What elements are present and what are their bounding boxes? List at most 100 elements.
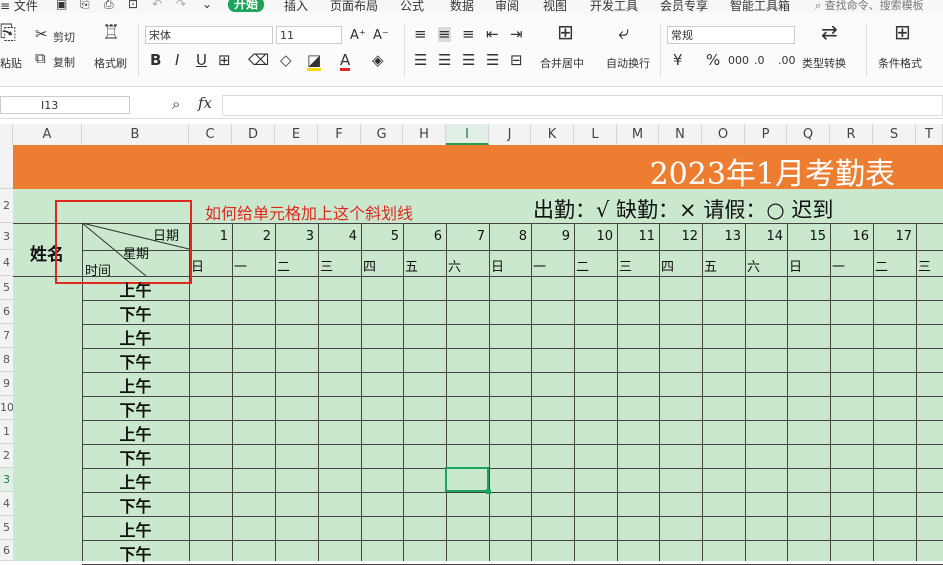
paste-icon[interactable]: ⎘ [0, 22, 16, 42]
bold-icon[interactable]: B [150, 53, 161, 68]
underline-icon[interactable]: U [196, 53, 207, 68]
type-convert-button[interactable]: 类型转换 [802, 55, 846, 71]
italic-icon[interactable]: I [175, 53, 179, 68]
cut-icon[interactable]: ✂ [35, 27, 48, 42]
tab-insert[interactable]: 插入 [284, 0, 308, 13]
align-left-icon[interactable]: ☰ [414, 53, 427, 68]
merge-center-button[interactable]: 合并居中 [540, 55, 584, 71]
increase-decimal-icon[interactable]: .0 [754, 53, 765, 68]
cut-button[interactable]: 剪切 [53, 29, 75, 45]
undo-icon[interactable]: ↶ [152, 0, 162, 11]
erase-icon[interactable]: ◇ [280, 53, 292, 68]
column-header-d[interactable]: D [232, 124, 275, 145]
decrease-decimal-icon[interactable]: .00 [778, 53, 796, 68]
column-header-p[interactable]: P [745, 124, 787, 145]
strikethrough-icon[interactable]: ⌫ [248, 53, 269, 68]
percent-icon[interactable]: % [706, 53, 720, 68]
increase-font-icon[interactable]: A⁺ [350, 28, 366, 43]
row-header[interactable]: 10 [0, 396, 13, 420]
format-painter-button[interactable]: 格式刷 [94, 55, 127, 71]
conditional-format-button[interactable]: 条件格式 [878, 55, 922, 71]
column-header-n[interactable]: N [659, 124, 702, 145]
align-bottom-icon[interactable]: ≡ [462, 27, 475, 42]
column-header-j[interactable]: J [489, 124, 531, 145]
clear-icon[interactable]: ◈ [372, 53, 384, 68]
fill-color-icon[interactable]: ◪ [307, 53, 322, 71]
column-header-h[interactable]: H [403, 124, 446, 145]
column-header-i[interactable]: I [446, 124, 489, 145]
column-header-b[interactable]: B [82, 124, 189, 145]
redo-icon[interactable]: ↷ [176, 0, 186, 11]
row-header[interactable]: 9 [0, 372, 13, 396]
more-icon[interactable]: ⌄ [202, 0, 212, 11]
tab-review[interactable]: 审阅 [495, 0, 519, 13]
column-header-a[interactable]: A [13, 124, 82, 145]
conditional-format-icon[interactable]: ⊞ [894, 22, 911, 42]
select-all-corner[interactable] [0, 124, 13, 145]
row-header[interactable]: 6 [0, 540, 13, 561]
align-middle-icon[interactable]: ≡ [438, 27, 451, 42]
merge-center-icon[interactable]: ⊞ [557, 22, 574, 42]
tab-data[interactable]: 数据 [450, 0, 474, 13]
row-header[interactable]: 4 [0, 492, 13, 516]
column-header-r[interactable]: R [830, 124, 873, 145]
thousands-icon[interactable]: 000 [728, 53, 749, 68]
number-format-select[interactable]: 常规 [667, 26, 795, 44]
wrap-text-icon[interactable]: ⤶ [618, 22, 629, 42]
zoom-icon[interactable]: ⌕ [172, 97, 180, 112]
row-header[interactable]: 1 [0, 420, 13, 444]
save-icon[interactable]: ▣ [56, 0, 67, 11]
title-banner[interactable]: 2023年1月考勤表 [13, 145, 943, 192]
export-icon[interactable]: ⎘ [80, 0, 90, 12]
indent-increase-icon[interactable]: ⇥ [510, 27, 523, 42]
tab-home[interactable]: 开始 [228, 0, 265, 12]
tab-member[interactable]: 会员专享 [660, 0, 708, 13]
align-right-icon[interactable]: ☰ [462, 53, 475, 68]
print-icon[interactable]: ⎙ [104, 0, 114, 12]
column-header-g[interactable]: G [361, 124, 403, 145]
font-color-icon[interactable]: A [340, 53, 351, 71]
active-cell[interactable] [445, 467, 489, 492]
copy-button[interactable]: 复制 [53, 54, 75, 70]
column-header-f[interactable]: F [318, 124, 361, 145]
column-header-k[interactable]: K [531, 124, 574, 145]
column-header-o[interactable]: O [702, 124, 745, 145]
file-menu[interactable]: ≡ 文件 [0, 0, 38, 13]
row-header[interactable]: 5 [0, 516, 13, 540]
format-painter-icon[interactable]: ♖ [102, 22, 120, 42]
copy-icon[interactable]: ⧉ [35, 51, 46, 66]
row-header[interactable]: 8 [0, 348, 13, 372]
row-header[interactable]: 7 [0, 324, 13, 348]
align-top-icon[interactable]: ≡ [414, 27, 427, 42]
row-header[interactable]: 3 [0, 223, 13, 250]
decrease-font-icon[interactable]: A⁻ [373, 28, 389, 43]
name-box[interactable]: I13 [0, 96, 130, 114]
row-header[interactable]: 2 [0, 444, 13, 468]
fx-icon[interactable]: fx [198, 96, 212, 111]
font-name-select[interactable]: 宋体 [145, 26, 273, 44]
wrap-text-button[interactable]: 自动换行 [606, 55, 650, 71]
preview-icon[interactable]: ⊡ [128, 0, 138, 11]
tab-page-layout[interactable]: 页面布局 [330, 0, 378, 13]
tab-formulas[interactable]: 公式 [400, 0, 424, 13]
column-header-q[interactable]: Q [787, 124, 830, 145]
tab-developer[interactable]: 开发工具 [590, 0, 638, 13]
search-box[interactable]: ⌕ 查找命令、搜索模板 [815, 0, 924, 13]
type-convert-icon[interactable]: ⇄ [821, 22, 838, 42]
column-header-s[interactable]: S [873, 124, 916, 145]
indent-decrease-icon[interactable]: ⇤ [486, 27, 499, 42]
column-header-l[interactable]: L [574, 124, 617, 145]
currency-icon[interactable]: ¥ [673, 53, 683, 68]
row-header[interactable]: 5 [0, 276, 13, 300]
row-header[interactable] [0, 145, 13, 189]
paste-button[interactable]: 粘贴 [0, 55, 22, 71]
fill-handle[interactable] [486, 489, 491, 494]
column-header-t[interactable]: T [916, 124, 943, 145]
row-header[interactable]: 6 [0, 300, 13, 324]
tab-view[interactable]: 视图 [543, 0, 567, 13]
column-header-c[interactable]: C [189, 124, 232, 145]
row-header[interactable]: 2 [0, 189, 13, 223]
column-header-e[interactable]: E [275, 124, 318, 145]
align-center-icon[interactable]: ☰ [438, 53, 451, 68]
row-header[interactable]: 3 [0, 468, 13, 492]
